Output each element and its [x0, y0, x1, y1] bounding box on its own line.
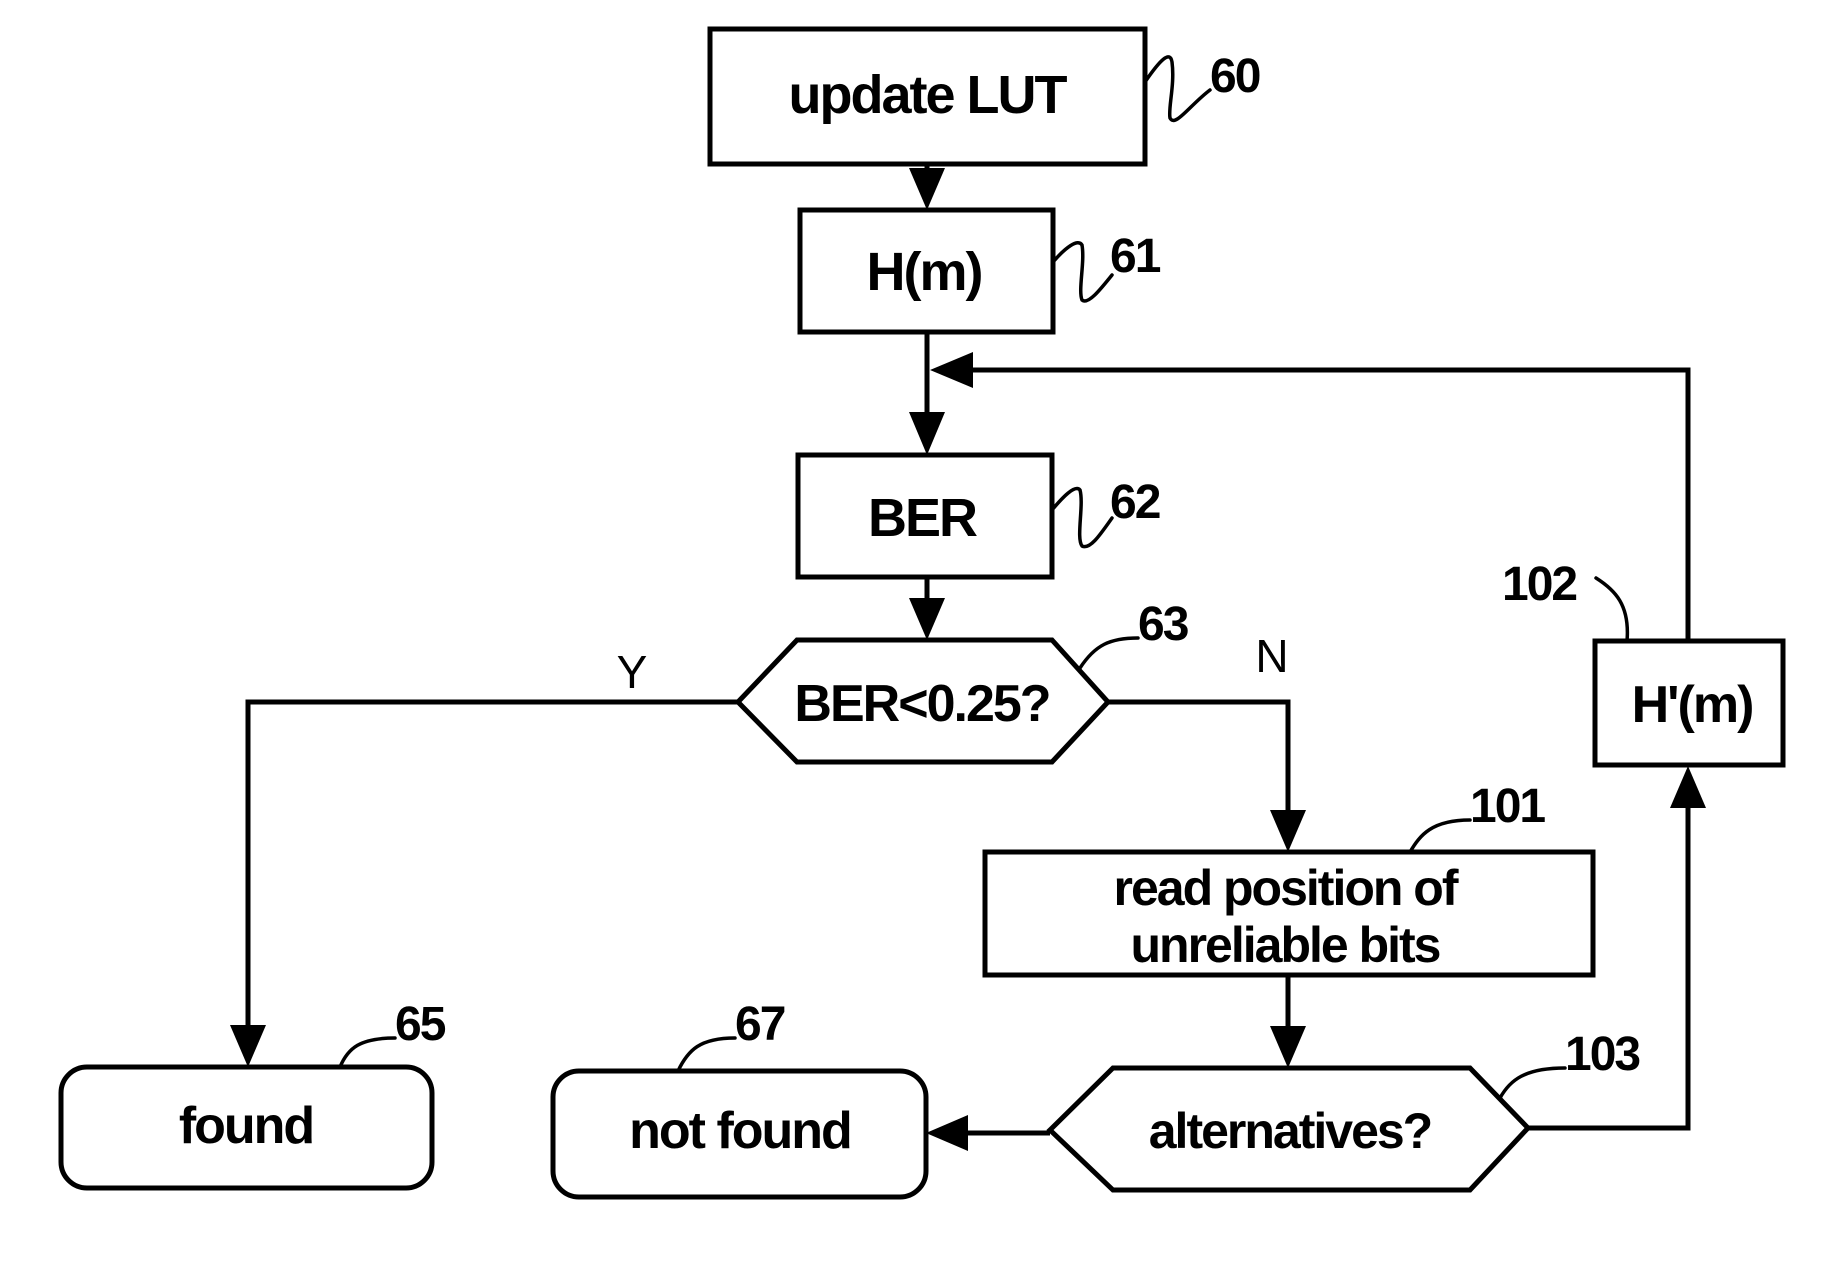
node-alternatives: alternatives? — [1046, 1065, 1532, 1193]
ref-numeral-102: 102 — [1502, 558, 1576, 611]
edge-yes-to-found — [245, 699, 738, 1030]
ref-numeral-101: 101 — [1470, 780, 1545, 833]
ref-numeral-65: 65 — [395, 998, 446, 1051]
branch-label-no: N — [1255, 630, 1288, 682]
leader-103 — [1498, 1066, 1567, 1100]
arrowhead-down-icon — [909, 412, 945, 455]
leader-62 — [1050, 486, 1114, 549]
leader-63 — [1078, 636, 1140, 670]
ref-numeral-61: 61 — [1110, 230, 1161, 283]
node-h-prime-m-label: H'(m) — [1632, 676, 1753, 734]
arrowhead-left-icon — [926, 1115, 968, 1151]
node-read-position: read position of unreliable bits — [982, 849, 1596, 978]
edge-no-to-read-position — [1108, 699, 1291, 815]
edge-feedback-h-prime-to-main — [965, 367, 1691, 641]
arrowhead-up-icon — [1670, 766, 1706, 808]
leader-102 — [1594, 576, 1630, 643]
node-ber: BER — [795, 452, 1055, 580]
ref-numeral-67: 67 — [735, 998, 785, 1051]
ref-numeral-60: 60 — [1210, 50, 1260, 103]
node-ber-decision-label: BER<0.25? — [794, 675, 1049, 733]
node-update-lut-label: update LUT — [789, 65, 1068, 125]
leader-60 — [1143, 55, 1212, 123]
ref-numeral-63: 63 — [1138, 598, 1188, 651]
node-h-m-label: H(m) — [867, 242, 982, 302]
arrowhead-down-icon — [1270, 1026, 1306, 1068]
arrowhead-left-icon — [930, 352, 973, 388]
arrowhead-down-icon — [909, 168, 945, 210]
ref-numeral-62: 62 — [1110, 476, 1160, 529]
arrowhead-down-icon — [230, 1025, 266, 1067]
arrowhead-down-icon — [909, 598, 945, 640]
node-not-found: not found — [550, 1068, 929, 1200]
node-read-position-label-line2: unreliable bits — [1131, 917, 1440, 973]
node-ber-label: BER — [868, 488, 977, 548]
node-not-found-label: not found — [629, 1102, 851, 1160]
arrowhead-down-icon — [1270, 810, 1306, 852]
node-found-label: found — [179, 1097, 313, 1155]
leader-101 — [1408, 818, 1472, 854]
node-alternatives-label: alternatives? — [1149, 1103, 1431, 1159]
leader-61 — [1051, 241, 1114, 303]
node-h-m: H(m) — [797, 207, 1056, 335]
branch-label-yes: Y — [617, 646, 648, 698]
leader-67 — [676, 1036, 737, 1073]
node-found: found — [58, 1064, 435, 1191]
node-read-position-label-line1: read position of — [1114, 860, 1459, 916]
node-h-prime-m: H'(m) — [1592, 638, 1786, 768]
node-ber-decision: BER<0.25? — [734, 637, 1112, 765]
leader-65 — [338, 1036, 397, 1069]
flowchart: update LUT H(m) BER BER<0.25? found not … — [58, 26, 1786, 1200]
node-update-lut: update LUT — [707, 26, 1148, 167]
ref-numeral-103: 103 — [1565, 1028, 1639, 1081]
